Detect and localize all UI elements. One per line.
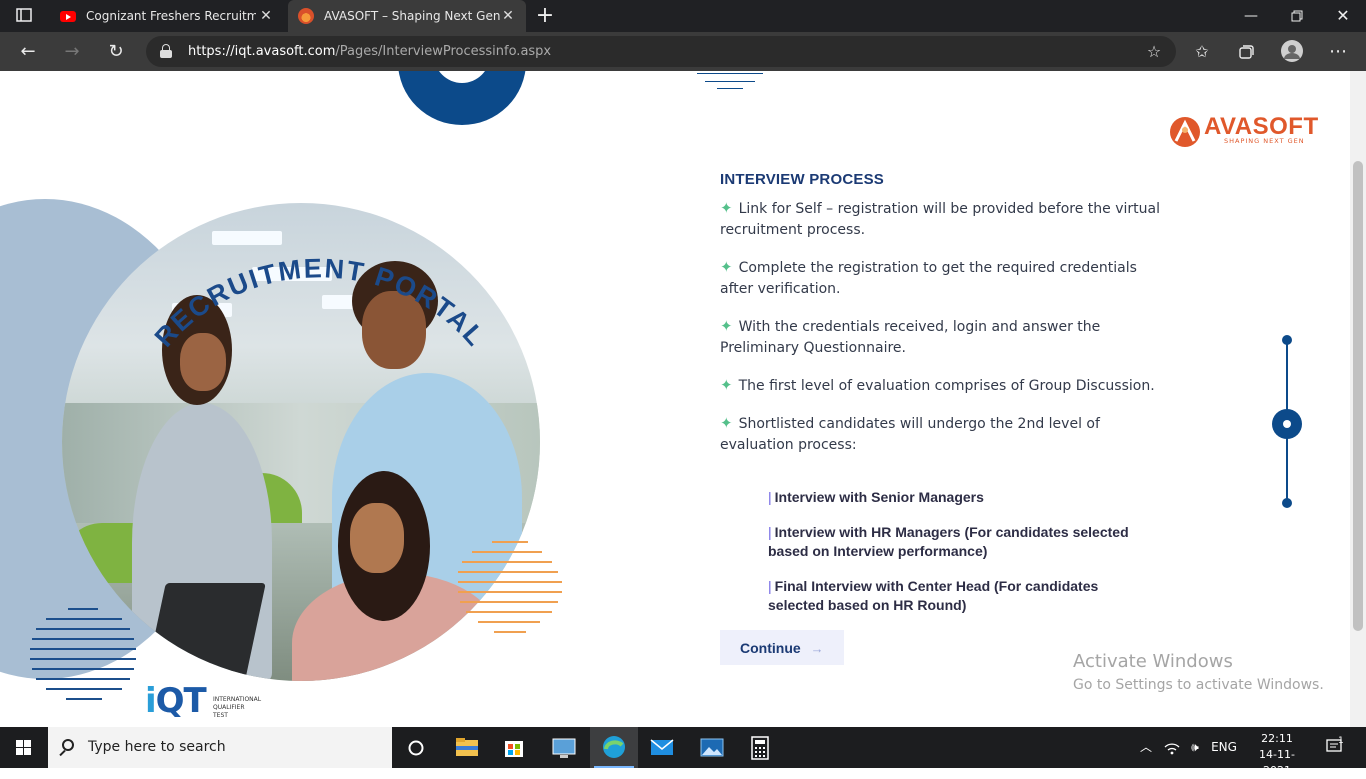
- photos-icon[interactable]: [688, 727, 736, 768]
- notifications-icon[interactable]: 1: [1318, 727, 1352, 768]
- decorative-stripes-blue: [30, 606, 140, 711]
- list-item: | Interview with HR Managers (For candida…: [768, 524, 1129, 559]
- avasoft-logo[interactable]: AVASOFT SHAPING NEXT GEN: [1168, 113, 1320, 153]
- add-favorite-icon[interactable]: ☆: [1136, 32, 1172, 71]
- notification-badge: 1: [1338, 736, 1344, 746]
- more-menu-icon[interactable]: ⋯: [1320, 32, 1356, 71]
- list-item: ✦ With the credentials received, login an…: [720, 317, 1101, 356]
- arrow-right-icon: →: [810, 640, 824, 656]
- list-item: ✦ Shortlisted candidates will undergo the…: [720, 414, 1100, 453]
- close-tab-icon[interactable]: ✕: [258, 8, 274, 24]
- close-window-button[interactable]: ✕: [1320, 0, 1366, 32]
- start-button[interactable]: [0, 727, 48, 768]
- favorites-icon[interactable]: ✩: [1184, 32, 1220, 71]
- step-dot[interactable]: [1282, 498, 1292, 508]
- lock-icon[interactable]: [160, 44, 172, 58]
- continue-button[interactable]: Continue →: [720, 630, 844, 665]
- tab-actions-icon[interactable]: [6, 0, 42, 36]
- profile-avatar[interactable]: [1274, 32, 1310, 71]
- activate-windows-watermark: Activate Windows Go to Settings to activ…: [1073, 651, 1324, 693]
- list-item: ✦ The first level of evaluation comprises…: [720, 376, 1155, 394]
- remote-desktop-icon[interactable]: [540, 727, 588, 768]
- sparkle-icon: ✦: [720, 414, 733, 432]
- minimize-button[interactable]: —: [1228, 0, 1274, 32]
- volume-icon[interactable]: 🕪: [1184, 727, 1206, 768]
- mail-icon[interactable]: [638, 727, 686, 768]
- portal-title: RECRUITMENT PORTAL: [149, 253, 490, 352]
- address-bar-row: ← → ↻ https://iqt.avasoft.com/Pages/Inte…: [0, 32, 1366, 71]
- decorative-circle: [398, 71, 526, 125]
- taskbar-search[interactable]: Type here to search: [48, 727, 392, 768]
- collections-icon[interactable]: [1228, 32, 1264, 71]
- windows-taskbar: Type here to search ︿ 🕪 ENG 22:11 14-11-…: [0, 727, 1366, 777]
- page-title: INTERVIEW PROCESS: [720, 171, 884, 188]
- tab-title: AVASOFT – Shaping Next Gen: [324, 9, 501, 23]
- interview-rounds: | Interview with Senior Managers | Intervi…: [768, 488, 1148, 631]
- list-item: | Final Interview with Center Head (For c…: [768, 578, 1099, 613]
- sparkle-icon: ✦: [720, 258, 733, 276]
- step-dot[interactable]: [1282, 335, 1292, 345]
- store-icon[interactable]: [490, 727, 538, 768]
- task-view-icon[interactable]: [392, 727, 440, 768]
- edge-browser-icon[interactable]: [590, 727, 638, 768]
- portal-title-arc: RECRUITMENT PORTAL: [149, 253, 492, 352]
- maximize-button[interactable]: [1274, 0, 1320, 32]
- step-dot-current[interactable]: [1272, 409, 1302, 439]
- avasoft-logo-icon: [1170, 117, 1200, 147]
- forward-icon[interactable]: →: [54, 32, 90, 71]
- tab-strip: Cognizant Freshers Recruitment| ✕ AVASOF…: [0, 0, 1366, 32]
- back-icon[interactable]: ←: [10, 32, 46, 71]
- wifi-icon[interactable]: [1160, 727, 1184, 768]
- avasoft-favicon: [298, 8, 314, 24]
- clock[interactable]: 22:11 14-11-2021: [1252, 731, 1302, 779]
- progress-stepper: [1272, 335, 1302, 510]
- sparkle-icon: ✦: [720, 199, 733, 217]
- url-text: https://iqt.avasoft.com/Pages/InterviewP…: [188, 44, 552, 59]
- calculator-icon[interactable]: [736, 727, 784, 768]
- list-item: ✦ Complete the registration to get the re…: [720, 258, 1137, 297]
- scrollbar-thumb[interactable]: [1353, 161, 1363, 631]
- decorative-stripes-orange: [458, 541, 568, 641]
- page-content: RECRUITMENT PORTAL iQT INTERNATIONAL QUA…: [0, 71, 1350, 727]
- refresh-icon[interactable]: ↻: [98, 32, 134, 71]
- language-indicator[interactable]: ENG: [1206, 727, 1242, 768]
- tab-cognizant[interactable]: Cognizant Freshers Recruitment| ✕: [48, 0, 284, 32]
- sparkle-icon: ✦: [720, 376, 733, 394]
- tab-title: Cognizant Freshers Recruitment|: [86, 9, 256, 23]
- file-explorer-icon[interactable]: [442, 727, 490, 768]
- process-steps: ✦ Link for Self – registration will be pr…: [720, 198, 1160, 472]
- decorative-stripes-top: [697, 71, 767, 91]
- list-item: ✦ Link for Self – registration will be pr…: [720, 199, 1160, 238]
- address-field[interactable]: https://iqt.avasoft.com/Pages/InterviewP…: [146, 36, 1176, 67]
- youtube-icon: [60, 10, 76, 22]
- scrollbar[interactable]: [1350, 71, 1366, 727]
- new-tab-button[interactable]: +: [522, 0, 568, 32]
- search-icon: [62, 739, 74, 751]
- close-tab-icon[interactable]: ✕: [500, 8, 516, 24]
- iqt-logo: iQT INTERNATIONAL QUALIFIER TEST: [145, 681, 262, 721]
- list-item: | Interview with Senior Managers: [768, 489, 984, 505]
- svg-text:RECRUITMENT PORTAL: RECRUITMENT PORTAL: [149, 253, 492, 352]
- tab-avasoft[interactable]: AVASOFT – Shaping Next Gen ✕: [288, 0, 526, 32]
- sparkle-icon: ✦: [720, 317, 733, 335]
- show-hidden-icons[interactable]: ︿: [1136, 727, 1156, 768]
